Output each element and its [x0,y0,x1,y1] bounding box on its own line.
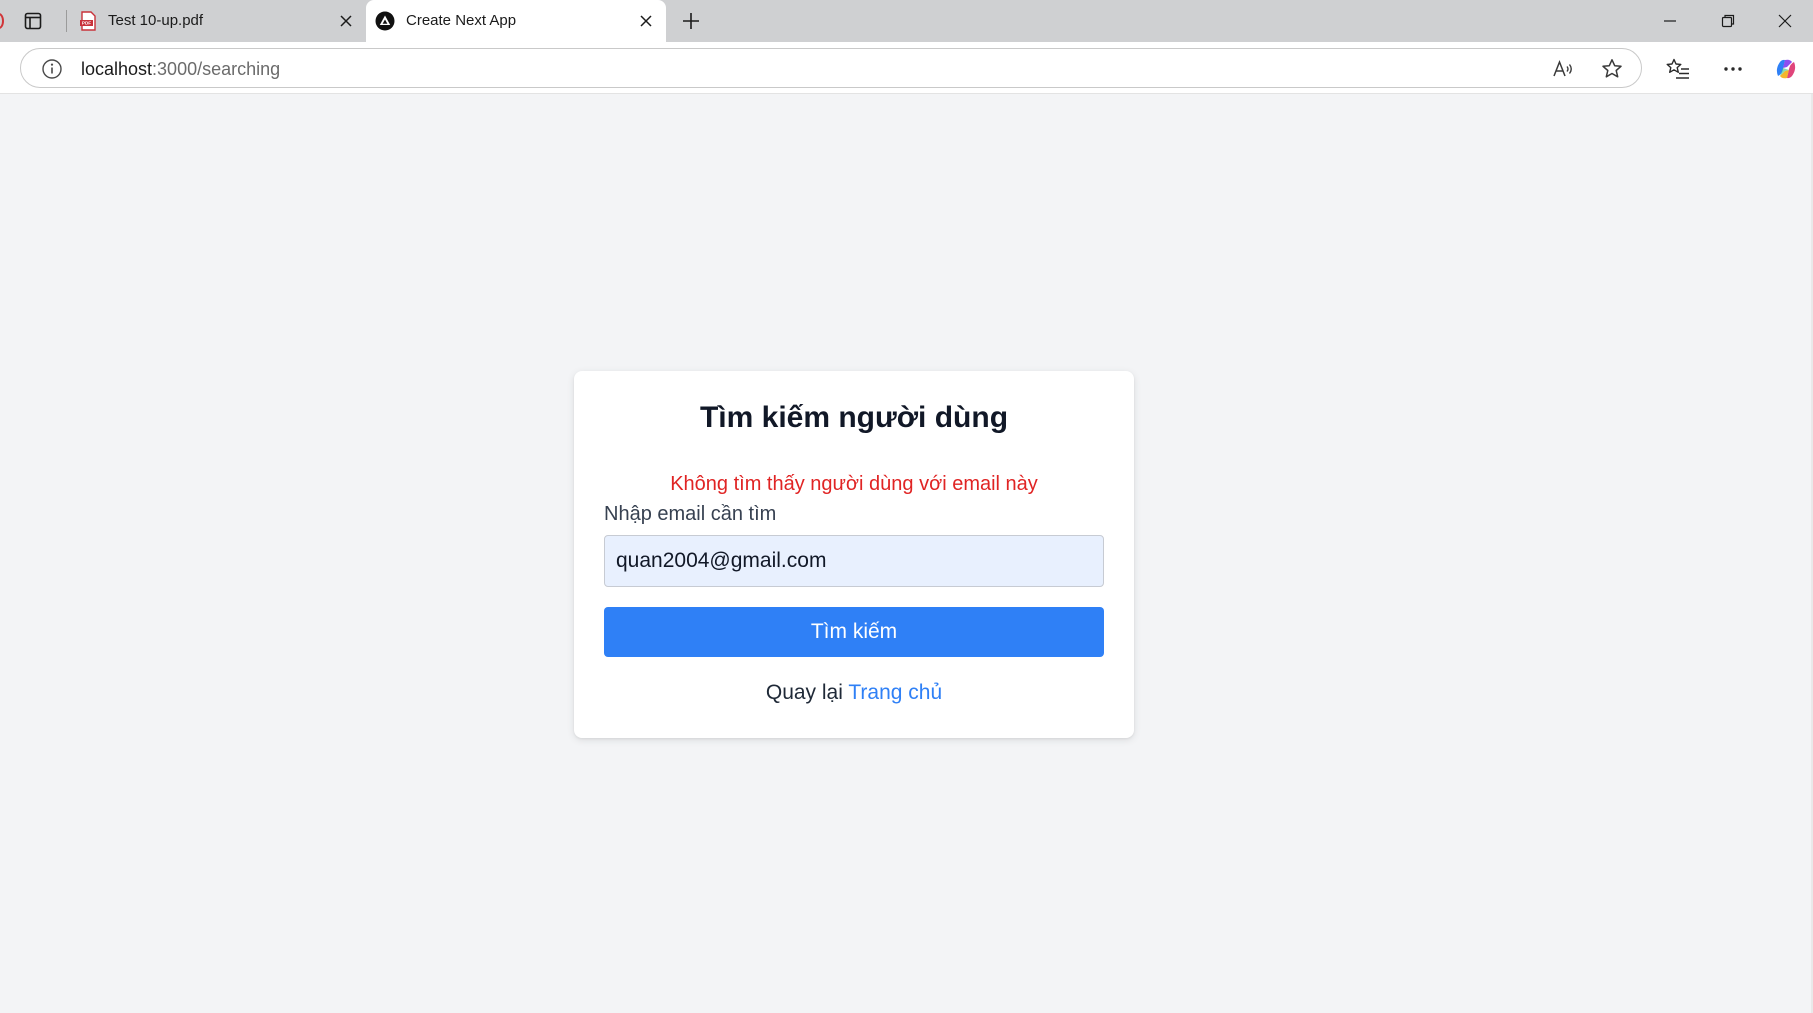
copilot-icon[interactable] [1773,56,1799,82]
restore-icon[interactable] [1700,0,1756,42]
svg-text:PDF: PDF [82,21,91,26]
address-toolbar: localhost:3000/searching [0,42,1813,94]
url-host: localhost [81,59,153,79]
search-button[interactable]: Tìm kiếm [604,607,1104,657]
tab-create-next-app[interactable]: Create Next App [366,0,666,42]
site-info-icon[interactable] [41,58,63,80]
tab-title: Create Next App [406,12,517,29]
tab-strip: PDF Test 10-up.pdf Create Next App [0,0,1813,42]
nextjs-icon [375,11,395,31]
more-options-icon[interactable] [1720,56,1746,82]
close-icon[interactable] [636,11,656,31]
close-icon[interactable] [336,11,356,31]
minimize-icon[interactable] [1642,0,1698,42]
pdf-icon: PDF [78,11,98,31]
favorite-star-icon[interactable] [1600,57,1624,81]
favorites-list-icon[interactable] [1665,56,1691,82]
home-link[interactable]: Trang chủ [848,681,942,704]
url-text[interactable]: localhost:3000/searching [81,59,280,80]
page-title: Tìm kiếm người dùng [699,401,1009,434]
new-tab-plus-icon[interactable] [676,7,706,35]
url-path: :3000/searching [152,59,281,79]
back-line: Quay lại Trang chủ [574,681,1134,705]
tab-actions-icon[interactable] [18,9,48,33]
search-card: Tìm kiếm người dùng Không tìm thấy người… [574,371,1134,738]
address-bar[interactable]: localhost:3000/searching [20,48,1642,88]
email-label: Nhập email cần tìm [604,503,777,525]
tab-title: Test 10-up.pdf [108,12,204,29]
back-text: Quay lại [765,681,849,704]
error-message: Không tìm thấy người dùng với email này [670,473,1038,495]
pinned-tab-edge-icon[interactable] [0,13,4,29]
email-field[interactable] [604,535,1104,587]
window-close-icon[interactable] [1757,0,1813,42]
read-aloud-icon[interactable] [1551,57,1575,81]
tab-pdf[interactable]: PDF Test 10-up.pdf [70,0,366,42]
tab-separator [66,10,67,32]
